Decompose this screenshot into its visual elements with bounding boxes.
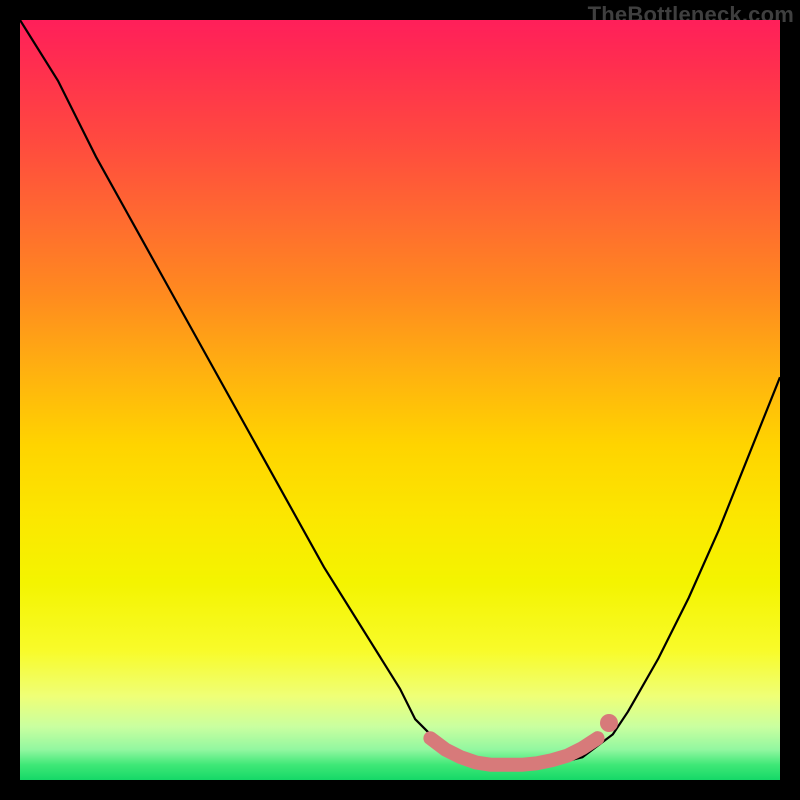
chart-frame: TheBottleneck.com: [0, 0, 800, 800]
bottleneck-curve: [20, 20, 780, 765]
plot-area: [20, 20, 780, 780]
curve-layer: [20, 20, 780, 780]
highlight-marker: [600, 714, 618, 732]
highlight-band: [430, 738, 597, 765]
